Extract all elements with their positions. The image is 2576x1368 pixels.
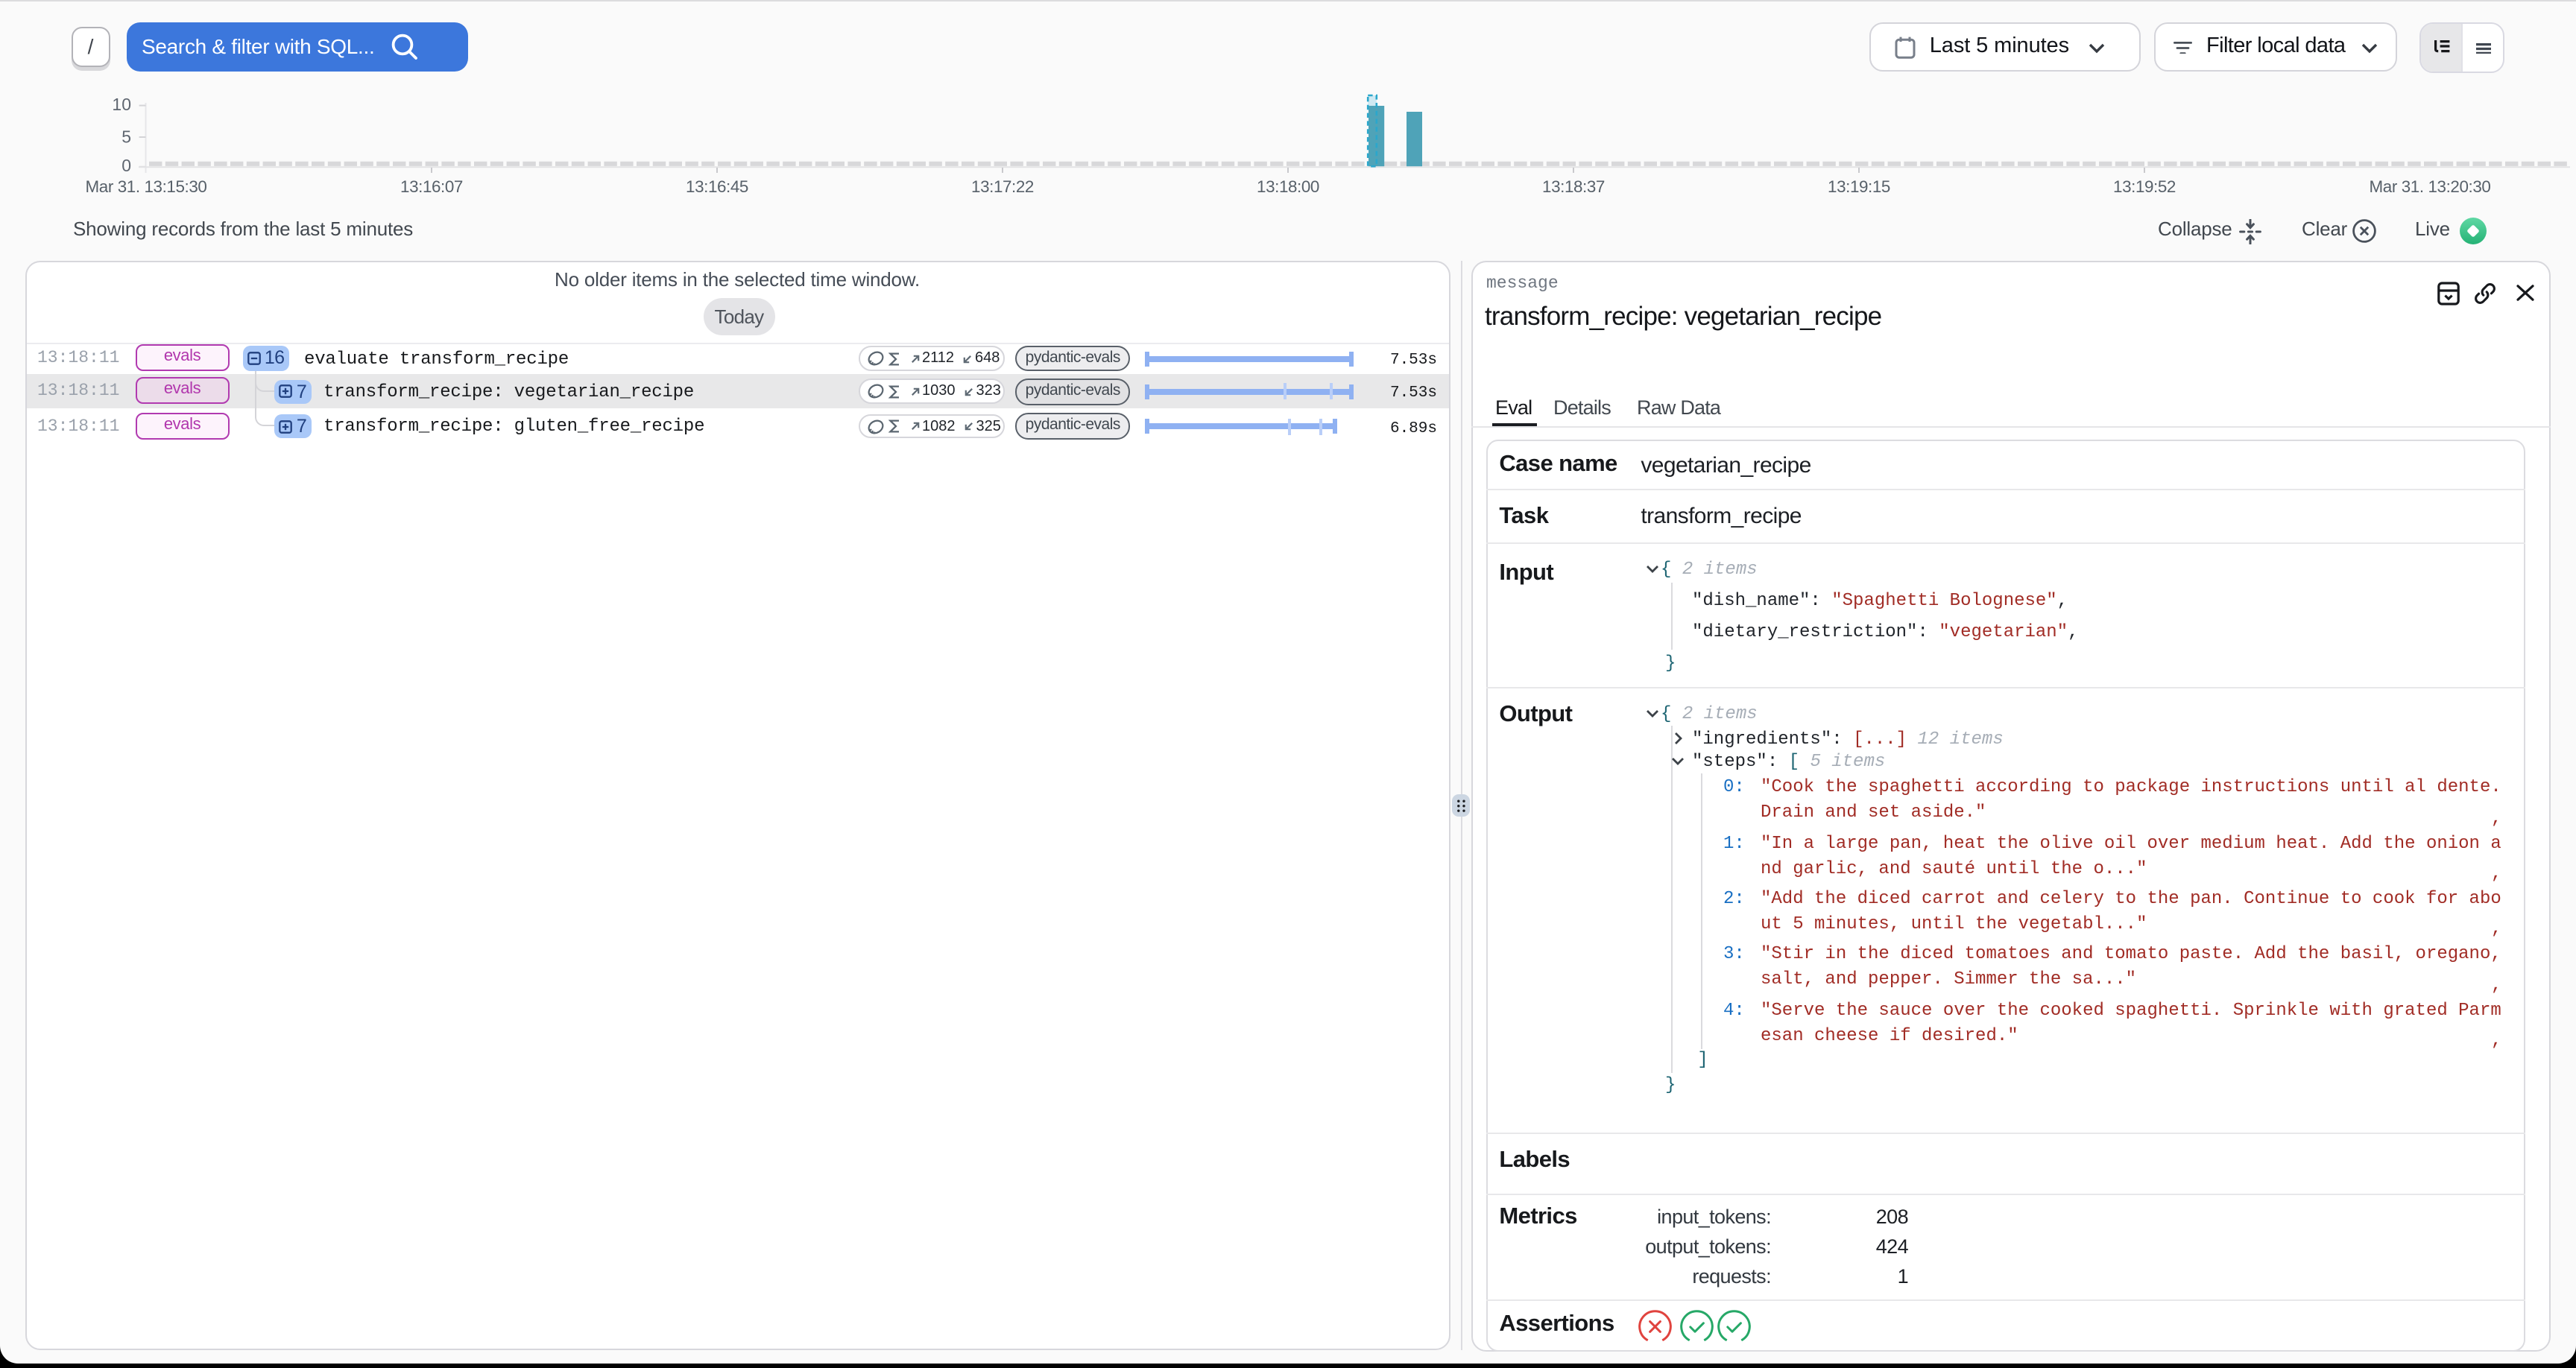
svg-text:13:16:45: 13:16:45 [686, 177, 748, 196]
svg-text:13:18:37: 13:18:37 [1542, 177, 1605, 196]
svg-text:0: 0 [121, 156, 131, 175]
svg-text:13:16:07: 13:16:07 [400, 177, 463, 196]
svg-text:13:19:15: 13:19:15 [1828, 177, 1890, 196]
svg-text:10: 10 [112, 95, 131, 114]
svg-text:13:19:52: 13:19:52 [2113, 177, 2176, 196]
svg-text:Mar 31. 13:20:30: Mar 31. 13:20:30 [2370, 177, 2491, 196]
svg-text:13:17:22: 13:17:22 [971, 177, 1034, 196]
svg-text:13:18:00: 13:18:00 [1257, 177, 1319, 196]
svg-text:Mar 31. 13:15:30: Mar 31. 13:15:30 [86, 177, 207, 196]
svg-text:5: 5 [121, 127, 131, 147]
